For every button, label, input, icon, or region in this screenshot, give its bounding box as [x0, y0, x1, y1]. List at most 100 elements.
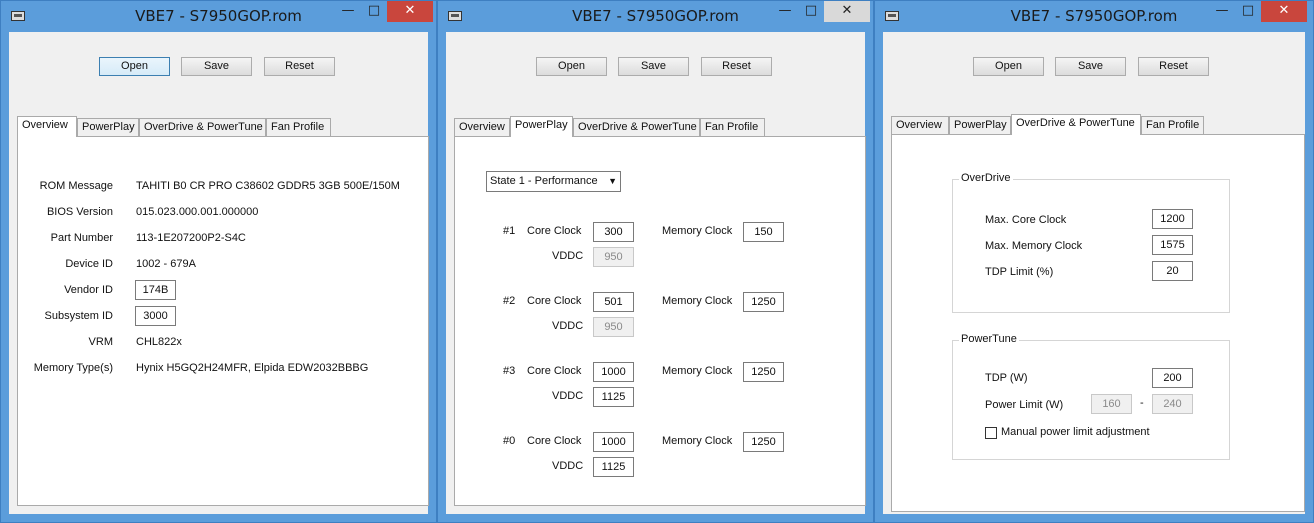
manual-limit-label: Manual power limit adjustment — [1001, 426, 1150, 438]
core-clock-field[interactable]: 300 — [593, 222, 634, 242]
title-bar[interactable]: VBE7 - S7950GOP.rom — □ ✕ — [875, 1, 1313, 31]
open-button[interactable]: Open — [973, 57, 1044, 76]
state-id: #2 — [503, 295, 516, 307]
tab-overdrive-powertune[interactable]: OverDrive & PowerTune — [573, 118, 700, 136]
manual-limit-checkbox[interactable] — [985, 427, 997, 439]
state-id: #1 — [503, 225, 516, 237]
rom-message-label: ROM Message — [39, 180, 113, 192]
core-clock-label: Core Clock — [527, 295, 582, 307]
state-select[interactable]: State 1 - Performance ▼ — [486, 171, 621, 192]
tdp-limit-field[interactable]: 20 — [1152, 261, 1193, 281]
power-limit-max-field: 240 — [1152, 394, 1193, 414]
tab-overview[interactable]: Overview — [454, 118, 510, 136]
tab-powerplay[interactable]: PowerPlay — [949, 116, 1011, 134]
subsystem-id-field[interactable]: 3000 — [135, 306, 176, 326]
overdrive-group: OverDrive Max. Core Clock 1200 Max. Memo… — [952, 172, 1230, 313]
vrm-label: VRM — [88, 336, 113, 348]
part-number-label: Part Number — [50, 232, 113, 244]
close-button[interactable]: ✕ — [387, 1, 433, 22]
tab-overview[interactable]: Overview — [17, 116, 77, 137]
memory-clock-label: Memory Clock — [662, 295, 733, 307]
title-bar[interactable]: VBE7 - S7950GOP.rom — □ ✕ — [438, 1, 873, 31]
powerplay-panel: State 1 - Performance ▼ #1 Core Clock 30… — [454, 136, 866, 506]
tdp-field[interactable]: 200 — [1152, 368, 1193, 388]
power-limit-separator: - — [1140, 397, 1144, 409]
tab-powerplay[interactable]: PowerPlay — [77, 118, 139, 136]
window-overdrive[interactable]: VBE7 - S7950GOP.rom — □ ✕ Open Save Rese… — [874, 0, 1314, 523]
state-id: #0 — [503, 435, 516, 447]
overdrive-group-title: OverDrive — [959, 172, 1013, 184]
tab-overview[interactable]: Overview — [891, 116, 949, 134]
subsystem-id-label: Subsystem ID — [44, 310, 113, 322]
window-client: Open Save Reset Overview PowerPlay OverD… — [883, 32, 1305, 514]
close-button[interactable]: ✕ — [1261, 1, 1307, 22]
minimize-button[interactable]: — — [1209, 1, 1235, 22]
maximize-button[interactable]: □ — [798, 1, 824, 22]
vddc-label: VDDC — [552, 460, 584, 472]
state-id: #3 — [503, 365, 516, 377]
memory-clock-field[interactable]: 1250 — [743, 292, 784, 312]
reset-button[interactable]: Reset — [701, 57, 772, 76]
vddc-field: 950 — [593, 317, 634, 337]
state-select-value: State 1 - Performance — [490, 175, 598, 187]
title-bar[interactable]: VBE7 - S7950GOP.rom — □ ✕ — [1, 1, 436, 31]
core-clock-field[interactable]: 1000 — [593, 362, 634, 382]
memory-type-label: Memory Type(s) — [33, 362, 113, 374]
vddc-label: VDDC — [552, 250, 584, 262]
max-core-clock-label: Max. Core Clock — [985, 214, 1067, 226]
save-button[interactable]: Save — [618, 57, 689, 76]
tab-powerplay[interactable]: PowerPlay — [510, 116, 573, 137]
powertune-group: PowerTune TDP (W) 200 Power Limit (W) 16… — [952, 333, 1230, 460]
memory-clock-field[interactable]: 1250 — [743, 432, 784, 452]
vendor-id-label: Vendor ID — [64, 284, 113, 296]
overview-panel: ROM Message TAHITI B0 CR PRO C38602 GDDR… — [17, 136, 429, 506]
tdp-limit-label: TDP Limit (%) — [985, 266, 1054, 278]
tdp-label: TDP (W) — [985, 372, 1028, 384]
bios-version-value: 015.023.000.001.000000 — [136, 206, 259, 218]
core-clock-field[interactable]: 1000 — [593, 432, 634, 452]
power-limit-label: Power Limit (W) — [985, 399, 1064, 411]
tab-fan-profile[interactable]: Fan Profile — [700, 118, 765, 136]
part-number-value: 113-1E207200P2-S4C — [136, 232, 246, 244]
maximize-button[interactable]: □ — [361, 1, 387, 22]
minimize-button[interactable]: — — [772, 1, 798, 22]
memory-clock-field[interactable]: 150 — [743, 222, 784, 242]
reset-button[interactable]: Reset — [264, 57, 335, 76]
tab-overdrive-powertune[interactable]: OverDrive & PowerTune — [139, 118, 266, 136]
bios-version-label: BIOS Version — [46, 206, 113, 218]
minimize-button[interactable]: — — [335, 1, 361, 22]
memory-clock-field[interactable]: 1250 — [743, 362, 784, 382]
core-clock-label: Core Clock — [527, 225, 582, 237]
save-button[interactable]: Save — [181, 57, 252, 76]
vddc-field: 950 — [593, 247, 634, 267]
vendor-id-field[interactable]: 174B — [135, 280, 176, 300]
core-clock-label: Core Clock — [527, 365, 582, 377]
window-powerplay[interactable]: VBE7 - S7950GOP.rom — □ ✕ Open Save Rese… — [437, 0, 874, 523]
chevron-down-icon: ▼ — [608, 176, 617, 186]
save-button[interactable]: Save — [1055, 57, 1126, 76]
tab-fan-profile[interactable]: Fan Profile — [1141, 116, 1204, 134]
vddc-field[interactable]: 1125 — [593, 457, 634, 477]
tab-overdrive-powertune[interactable]: OverDrive & PowerTune — [1011, 114, 1141, 135]
memory-clock-label: Memory Clock — [662, 435, 733, 447]
vddc-label: VDDC — [552, 320, 584, 332]
max-memory-clock-field[interactable]: 1575 — [1152, 235, 1193, 255]
power-limit-min-field: 160 — [1091, 394, 1132, 414]
vddc-field[interactable]: 1125 — [593, 387, 634, 407]
tab-fan-profile[interactable]: Fan Profile — [266, 118, 331, 136]
memory-clock-label: Memory Clock — [662, 225, 733, 237]
max-core-clock-field[interactable]: 1200 — [1152, 209, 1193, 229]
close-button[interactable]: ✕ — [824, 1, 870, 22]
open-button[interactable]: Open — [536, 57, 607, 76]
maximize-button[interactable]: □ — [1235, 1, 1261, 22]
core-clock-label: Core Clock — [527, 435, 582, 447]
max-memory-clock-label: Max. Memory Clock — [985, 240, 1083, 252]
overdrive-panel: OverDrive Max. Core Clock 1200 Max. Memo… — [891, 134, 1305, 512]
open-button[interactable]: Open — [99, 57, 170, 76]
window-overview[interactable]: VBE7 - S7950GOP.rom — □ ✕ Open Save Rese… — [0, 0, 437, 523]
window-client: Open Save Reset Overview PowerPlay OverD… — [446, 32, 866, 514]
powertune-group-title: PowerTune — [959, 333, 1019, 345]
core-clock-field[interactable]: 501 — [593, 292, 634, 312]
reset-button[interactable]: Reset — [1138, 57, 1209, 76]
vrm-value: CHL822x — [136, 336, 182, 348]
